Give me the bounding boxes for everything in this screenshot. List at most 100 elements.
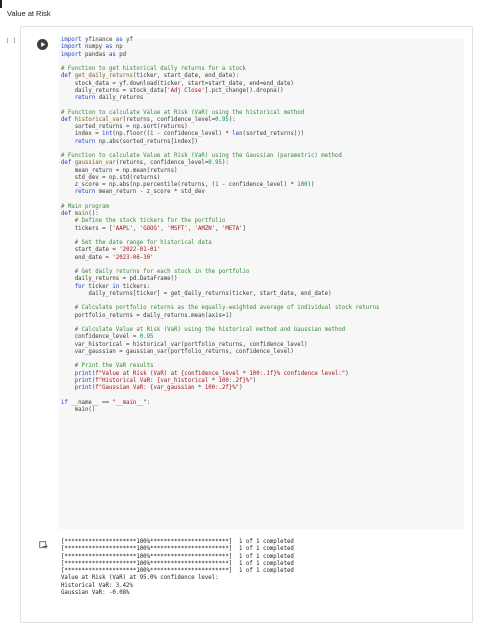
code-token: , [187, 225, 195, 232]
code-editor[interactable]: import yfinance as yf import numpy as np… [61, 37, 379, 414]
code-token: def [61, 116, 72, 123]
code-token: mean_return - z_score * std_dev [95, 189, 205, 196]
code-line: return np.abs(sorted_returns[index]) [61, 139, 198, 145]
output-line: [*********************100%**************… [61, 546, 294, 553]
code-token: - confidence_level) * [218, 182, 298, 188]
code-token: # Calculate portfolio returns as the equ… [74, 305, 380, 312]
code-token: return [74, 95, 96, 101]
code-token: 'AMZN' [194, 225, 216, 232]
code-token: def [61, 211, 72, 217]
code-token: 'AAPL' [112, 225, 133, 232]
code-token: # Function to calculate Value at Risk (V… [61, 153, 342, 159]
code-line: return mean_return - z_score * std_dev [61, 189, 205, 195]
output-line: [*********************100%**************… [61, 553, 294, 560]
code-token: import [61, 51, 82, 58]
code-line: # Function to get historical daily retur… [61, 66, 246, 72]
code-token: main [74, 211, 89, 217]
output-redirect-icon[interactable] [39, 541, 48, 550]
code-token: z_score = np.abs(np.percentile(returns, … [61, 182, 216, 188]
code-line: print(f"Gaussian VaR: {var_gaussian * 10… [61, 385, 243, 391]
code-token: # Main program [61, 203, 109, 210]
code-token: pandas [81, 51, 109, 58]
code-line: # Set the date range for historical data [61, 240, 212, 246]
code-cell[interactable]: import yfinance as yf import numpy as np… [20, 26, 473, 623]
code-token: ticker [84, 283, 113, 290]
code-token: sorted_returns = np.sort(returns) [61, 124, 188, 130]
code-token: ) [252, 377, 257, 384]
code-token: , [215, 225, 222, 232]
code-token: index = [61, 131, 103, 138]
code-token: print [74, 385, 92, 391]
code-token: ): [228, 116, 236, 123]
output-line: [*********************100%**************… [61, 539, 294, 545]
code-token: return [74, 189, 96, 196]
play-icon [41, 42, 46, 47]
code-line: var_historical = historical_var(portfoli… [61, 342, 308, 348]
code-token: - confidence_level) * [153, 131, 233, 138]
code-token: return [74, 138, 96, 145]
code-line: def get_daily_returns(ticker, start_date… [61, 73, 239, 79]
code-token: f"Value at Risk (VaR) at {confidence_lev… [95, 370, 346, 377]
code-token: portfolio_returns = daily_returns.mean(a… [61, 312, 226, 319]
code-line: # Function to calculate Value at Risk (V… [61, 110, 304, 116]
code-token: std_dev = np.std(returns) [61, 174, 161, 181]
code-token: main() [61, 406, 96, 413]
code-token: # Function to calculate Value at Risk (V… [61, 109, 305, 116]
code-token: daily_returns [95, 95, 144, 101]
code-token: end_date = [61, 254, 113, 261]
code-token: 0.95 [139, 334, 154, 341]
code-line: import yfinance as yf [61, 37, 133, 43]
code-token: var_historical = historical_var(portfoli… [61, 341, 308, 348]
code-token: daily_returns = stock_data[ [61, 87, 168, 94]
code-token: )) [307, 182, 315, 188]
code-token: (returns, confidence_level= [122, 116, 216, 123]
code-line: daily_returns = pd.DataFrame() [61, 276, 178, 283]
code-token: '2022-01-01' [119, 247, 161, 254]
code-line: # Calculate portfolio returns as the equ… [61, 305, 380, 312]
code-token: (ticker, start_date, end_date): [132, 73, 240, 80]
code-token: ) [345, 370, 349, 377]
code-token: ) [228, 312, 233, 319]
left-edge-marker [0, 0, 2, 8]
code-token: 0.95 [208, 160, 222, 167]
code-line: # Main program [61, 204, 109, 210]
code-token: f"Gaussian VaR: {var_gaussian * 100:.2f}… [95, 385, 240, 391]
code-token: numpy [81, 44, 106, 51]
code-token: 'META' [222, 225, 243, 232]
code-line: print(f"Historical VaR: {var_historical … [61, 377, 257, 384]
code-token: '2023-06-30' [112, 254, 154, 261]
output-line: Value at Risk (VaR) at 95.0% confidence … [61, 575, 219, 582]
page-title: Value at Risk [7, 9, 51, 18]
code-token: (): [88, 211, 99, 217]
code-token: pd [115, 51, 127, 58]
code-token: len [232, 131, 243, 138]
code-token: 100 [297, 182, 308, 188]
code-line: # Function to calculate Value at Risk (V… [61, 153, 342, 159]
code-token: (sorted_returns))) [242, 131, 305, 138]
code-line: std_dev = np.std(returns) [61, 174, 161, 181]
code-token: start_date = [61, 247, 120, 254]
code-token: ] [242, 225, 246, 232]
code-token: tickers: [119, 283, 151, 290]
code-line: mean_return = np.mean(returns) [61, 168, 178, 174]
code-line: import numpy as np [61, 44, 123, 50]
code-line: daily_returns = stock_data['Adj Close'].… [61, 88, 284, 94]
code-token: print [74, 377, 92, 384]
code-token: ): [221, 160, 229, 167]
code-token: daily_returns = pd.DataFrame() [61, 276, 178, 283]
code-line: var_gaussian = gaussian_var(portfolio_re… [61, 349, 294, 355]
code-line: # Print the VaR results [61, 363, 154, 369]
cell-execution-count: [ ] [6, 38, 17, 44]
code-token: # Calculate Value at Risk (VaR) using th… [74, 327, 346, 333]
code-token: historical_var [74, 116, 123, 123]
run-cell-button[interactable] [37, 39, 48, 50]
